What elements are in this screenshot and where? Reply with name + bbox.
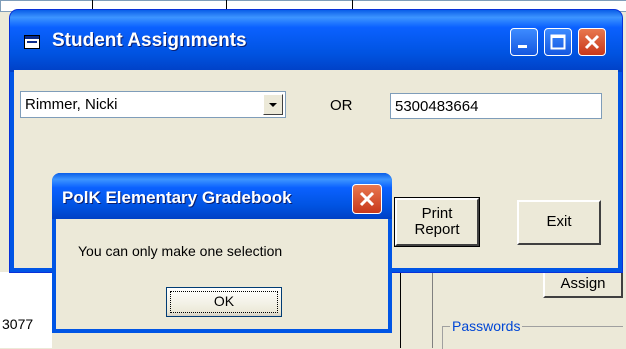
exit-button[interactable]: Exit xyxy=(517,200,601,245)
minimize-icon xyxy=(518,45,527,48)
grid-divider xyxy=(92,0,93,10)
message-dialog: PolK Elementary Gradebook You can only m… xyxy=(52,173,392,333)
dialog-client-area: You can only make one selection OK xyxy=(56,219,388,329)
partial-number: 3077 xyxy=(2,316,34,332)
student-select[interactable]: Rimmer, Nicki xyxy=(20,91,286,118)
dialog-close-button[interactable] xyxy=(352,184,382,214)
ok-button[interactable]: OK xyxy=(166,287,282,317)
dropdown-button[interactable] xyxy=(263,94,283,115)
minimize-button[interactable] xyxy=(510,28,538,56)
exit-button-label: Exit xyxy=(546,213,572,230)
maximize-button[interactable] xyxy=(544,28,572,56)
student-select-value: Rimmer, Nicki xyxy=(25,96,118,113)
phone-input[interactable]: 5300483664 xyxy=(390,93,602,119)
form-window-icon xyxy=(24,35,40,49)
print-report-label-line1: Print xyxy=(421,205,453,222)
close-icon xyxy=(359,191,375,207)
grid-divider xyxy=(432,272,433,348)
or-label: OR xyxy=(330,97,353,114)
dialog-message: You can only make one selection xyxy=(78,243,283,259)
close-button[interactable] xyxy=(578,28,606,56)
maximize-icon xyxy=(550,34,566,50)
title-bar: Student Assignments xyxy=(10,10,622,72)
grid-divider xyxy=(352,0,353,10)
print-report-label-line2: Report xyxy=(414,221,460,238)
print-report-button[interactable]: Print Report xyxy=(394,197,480,247)
dialog-title-bar: PolK Elementary Gradebook xyxy=(52,173,392,219)
dialog-title: PolK Elementary Gradebook xyxy=(62,188,292,207)
passwords-group-label: Passwords xyxy=(450,318,523,334)
grid-divider xyxy=(400,272,401,348)
chevron-down-icon xyxy=(269,103,277,107)
assign-button[interactable]: Assign xyxy=(543,270,623,298)
window-title: Student Assignments xyxy=(52,30,247,51)
phone-input-value: 5300483664 xyxy=(395,98,479,115)
grid-divider xyxy=(226,0,227,10)
close-icon xyxy=(584,34,600,50)
background-list-area xyxy=(0,272,52,348)
